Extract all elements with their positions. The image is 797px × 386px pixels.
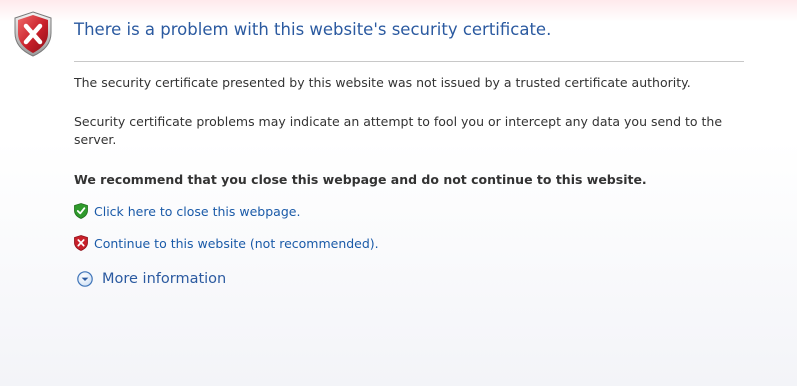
- recommendation-text: We recommend that you close this webpage…: [74, 172, 647, 187]
- continue-to-website-label[interactable]: Continue to this website (not recommende…: [94, 236, 379, 251]
- continue-to-website-link[interactable]: Continue to this website (not recommende…: [74, 235, 379, 251]
- close-webpage-label[interactable]: Click here to close this webpage.: [94, 204, 300, 219]
- close-webpage-link[interactable]: Click here to close this webpage.: [74, 203, 300, 219]
- security-risk-text: Security certificate problems may indica…: [74, 114, 723, 147]
- page-title: There is a problem with this website's s…: [74, 20, 552, 39]
- security-warning-shield-icon: [13, 11, 53, 57]
- green-shield-check-icon: [74, 203, 88, 219]
- more-information-toggle[interactable]: More information: [77, 271, 226, 287]
- title-divider: [74, 61, 744, 62]
- red-shield-x-icon: [74, 235, 88, 251]
- certificate-issue-text: The security certificate presented by th…: [74, 75, 691, 90]
- more-information-label[interactable]: More information: [102, 271, 226, 287]
- expand-circle-icon: [77, 271, 93, 287]
